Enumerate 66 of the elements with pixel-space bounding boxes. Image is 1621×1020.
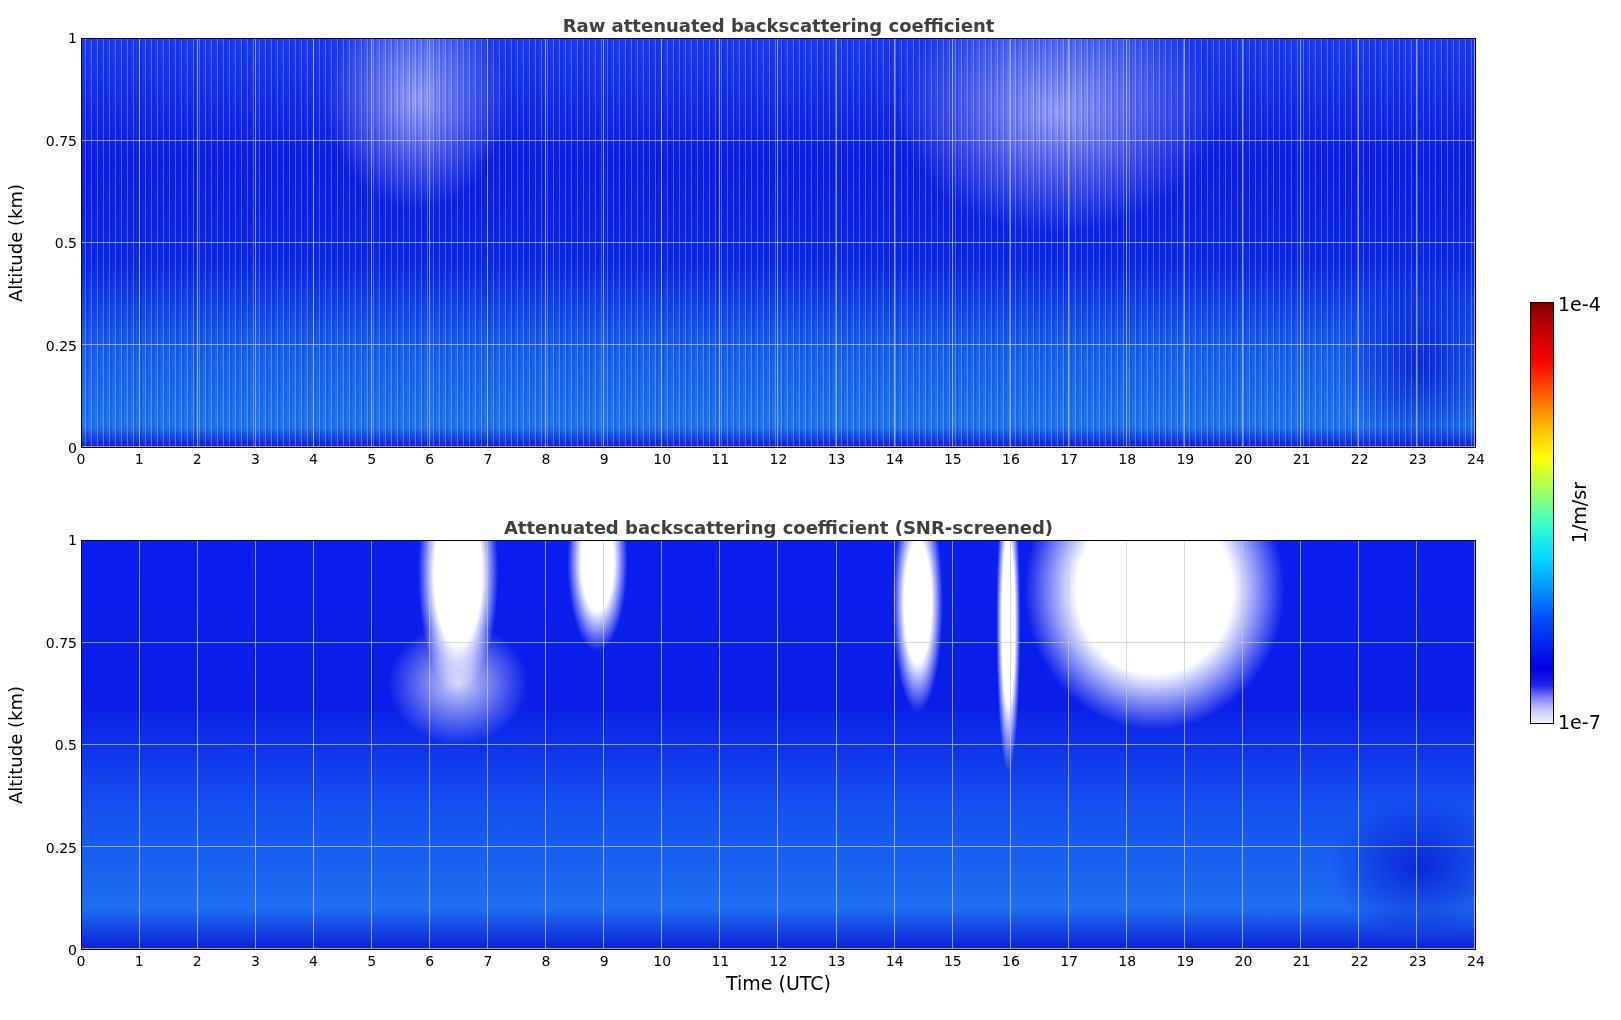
x-tick-label: 21 (1291, 450, 1312, 469)
x-tick-label: 23 (1407, 450, 1428, 469)
y-tick-label: 0.25 (44, 838, 78, 857)
x-tick-label: 22 (1349, 952, 1370, 971)
x-tick-label: 12 (768, 952, 789, 971)
y-tick-label: 1 (67, 29, 78, 47)
x-tick-label: 1 (133, 952, 145, 971)
x-tick-label: 10 (652, 952, 673, 971)
y-tick-label: 0.5 (53, 736, 78, 754)
x-tick-label: 11 (710, 450, 731, 469)
x-tick-label: 9 (598, 450, 610, 469)
x-tick-label: 18 (1117, 952, 1138, 971)
y-tick-label: 0 (67, 941, 77, 959)
y-tick-label: 0.5 (53, 234, 78, 252)
colorbar-min-label: 1e-7 (1558, 712, 1601, 732)
x-tick-label: 6 (424, 450, 436, 469)
x-tick-label: 8 (540, 952, 552, 971)
x-tick-label: 4 (308, 450, 319, 469)
x-tick-label: 23 (1407, 952, 1428, 971)
x-tick-label: 20 (1233, 952, 1254, 971)
x-tick-label: 13 (826, 952, 847, 971)
x-tick-label: 24 (1466, 952, 1486, 971)
y-tick-label: 0.75 (44, 633, 78, 652)
x-tick-label: 5 (366, 952, 378, 971)
x-tick-label: 3 (249, 450, 261, 469)
x-tick-label: 20 (1233, 450, 1254, 469)
x-tick-label: 19 (1175, 952, 1196, 971)
x-tick-label: 4 (308, 952, 319, 971)
x-tick-label: 6 (424, 952, 436, 971)
y-tick-label: 0 (67, 439, 77, 457)
x-tick-label: 14 (884, 952, 905, 971)
y-tick-label: 1 (67, 531, 78, 549)
x-tick-label: 3 (249, 952, 261, 971)
x-tick-label: 9 (598, 952, 610, 971)
x-tick-label: 10 (652, 450, 673, 469)
y-tick-label: 0.25 (44, 336, 78, 355)
x-tick-label: 8 (540, 450, 552, 469)
x-tick-label: 2 (191, 952, 203, 971)
y-tick-label: 0.75 (44, 131, 78, 150)
x-tick-label: 15 (942, 450, 963, 469)
x-tick-label: 7 (482, 952, 494, 971)
x-tick-label: 21 (1291, 952, 1312, 971)
x-tick-label: 22 (1349, 450, 1370, 469)
x-tick-label: 17 (1059, 450, 1080, 469)
chart-title: Attenuated backscattering coefficient (SNR-screened) (502, 516, 1055, 540)
colorbar-max-label: 1e-4 (1558, 294, 1601, 314)
x-tick-label: 13 (826, 450, 847, 469)
x-tick-label: 18 (1117, 450, 1138, 469)
x-tick-label: 15 (942, 952, 963, 971)
x-tick-label: 12 (768, 450, 789, 469)
x-tick-label: 7 (482, 450, 494, 469)
x-tick-label: 5 (366, 450, 378, 469)
x-tick-label: 16 (1001, 450, 1021, 469)
x-tick-label: 2 (191, 450, 203, 469)
colorbar-unit-label: 1/m/sr (1568, 482, 1591, 544)
x-tick-label: 19 (1175, 450, 1196, 469)
x-tick-label: 14 (884, 450, 905, 469)
y-axis-label: Altitude (km) (4, 183, 26, 303)
x-tick-label: 24 (1466, 450, 1486, 469)
x-tick-label: 1 (133, 450, 145, 469)
y-axis-label: Altitude (km) (4, 685, 26, 805)
chart-title: Raw attenuated backscattering coefficient (561, 14, 996, 38)
x-tick-label: 17 (1059, 952, 1080, 971)
x-tick-label: 16 (1001, 952, 1021, 971)
x-tick-label: 11 (710, 952, 731, 971)
x-axis-label: Time (UTC) (726, 972, 831, 994)
